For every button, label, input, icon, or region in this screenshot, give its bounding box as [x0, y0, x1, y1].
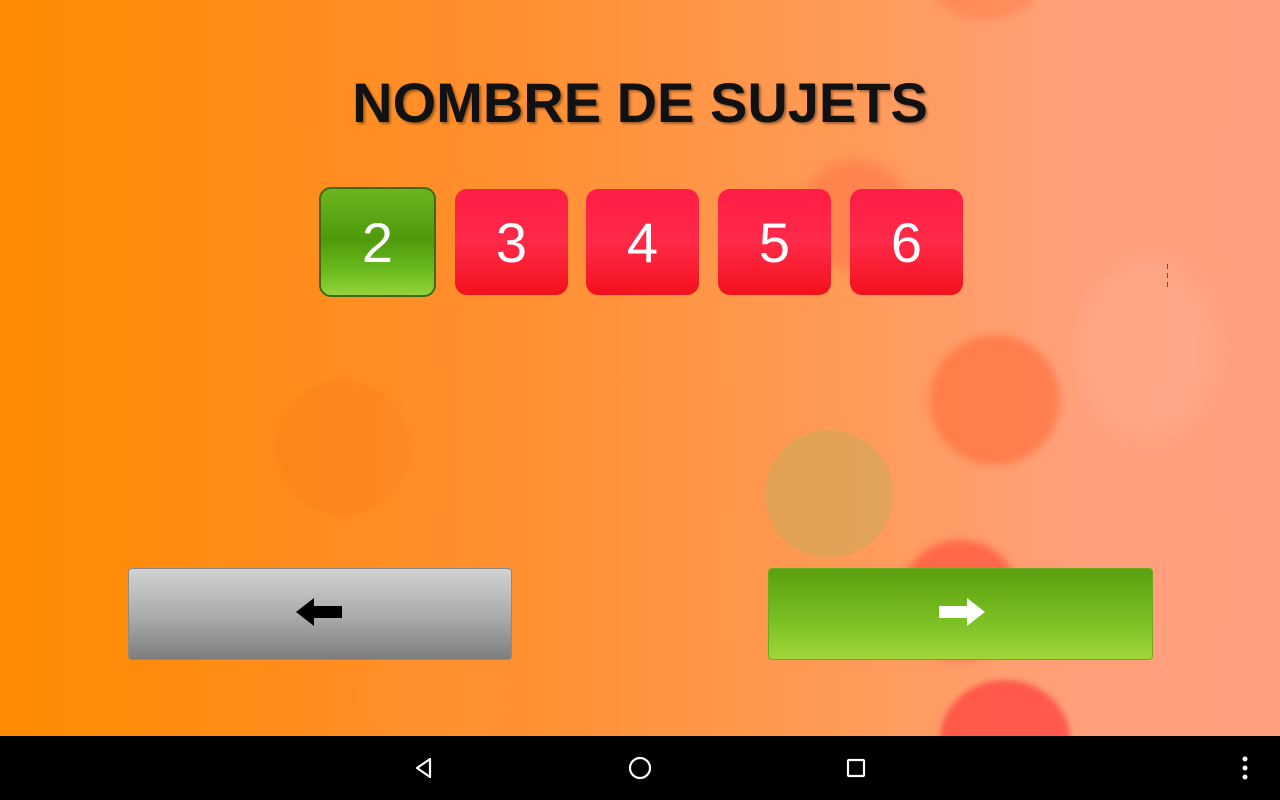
subject-count-label: 3: [495, 210, 528, 274]
next-button[interactable]: [768, 568, 1153, 660]
subject-count-3-button[interactable]: 3: [455, 189, 568, 295]
decorative-tick: [1167, 264, 1168, 288]
subject-count-2-button[interactable]: 2: [319, 187, 436, 297]
subject-count-label: 6: [890, 210, 923, 274]
bokeh-circle: [940, 680, 1070, 736]
back-button[interactable]: [128, 568, 512, 660]
bokeh-circle: [930, 0, 1040, 20]
subject-count-label: 4: [626, 210, 659, 274]
bokeh-circle: [1080, 260, 1220, 440]
overflow-menu-icon[interactable]: [1229, 752, 1261, 784]
home-circle-icon[interactable]: [624, 752, 656, 784]
arrow-left-icon: [294, 595, 346, 634]
bokeh-circle: [930, 335, 1060, 465]
subject-count-5-button[interactable]: 5: [718, 189, 831, 295]
bokeh-circle: [275, 380, 410, 515]
subject-count-6-button[interactable]: 6: [850, 189, 963, 295]
subject-count-label: 5: [758, 210, 791, 274]
arrow-right-icon: [935, 595, 987, 634]
system-navigation-bar: [0, 736, 1280, 800]
page-title: NOMBRE DE SUJETS: [352, 71, 928, 134]
recents-square-icon[interactable]: [840, 752, 872, 784]
app-screen: NOMBRE DE SUJETS 2 3 4 5 6: [0, 0, 1280, 736]
subject-count-label: 2: [361, 210, 394, 274]
bokeh-circle: [765, 430, 893, 558]
back-triangle-icon[interactable]: [408, 752, 440, 784]
subject-count-4-button[interactable]: 4: [586, 189, 699, 295]
